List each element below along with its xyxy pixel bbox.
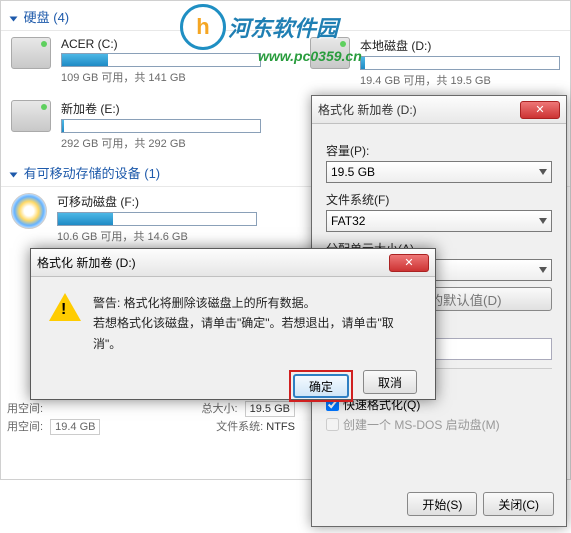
close-button[interactable]: 关闭(C) — [483, 492, 554, 516]
confirm-line2: 若想格式化该磁盘，请单击"确定"。若想退出，请单击"取消"。 — [93, 313, 417, 354]
cancel-button[interactable]: 取消 — [363, 370, 417, 394]
warning-icon — [49, 293, 81, 321]
confirm-title: 格式化 新加卷 (D:) — [37, 254, 136, 271]
filesystem-select[interactable]: FAT32 — [326, 210, 552, 232]
drive-d-name: 本地磁盘 (D:) — [360, 37, 560, 54]
drive-e-bar — [61, 119, 261, 133]
chevron-down-icon — [539, 169, 547, 175]
msdos-check[interactable]: 创建一个 MS-DOS 启动盘(M) — [326, 416, 552, 433]
format-title: 格式化 新加卷 (D:) — [318, 101, 417, 118]
drive-f-bar — [57, 212, 257, 226]
watermark-url: www.pc0359.cn — [258, 48, 362, 64]
removable-header-text: 有可移动存储的设备 (1) — [24, 166, 161, 181]
removable-icon — [11, 193, 47, 229]
free-label: 用空间: — [7, 421, 43, 433]
drive-c-bar — [61, 53, 261, 67]
capacity-value: 19.5 GB — [331, 165, 375, 179]
filesystem-value: FAT32 — [331, 214, 365, 228]
close-icon[interactable]: ✕ — [520, 101, 560, 119]
capacity-select[interactable]: 19.5 GB — [326, 161, 552, 183]
ok-highlight-box: 确定 — [289, 370, 353, 402]
fs-value: NTFS — [266, 421, 295, 433]
capacity-label: 容量(P): — [326, 142, 552, 159]
format-titlebar[interactable]: 格式化 新加卷 (D:) ✕ — [312, 96, 566, 124]
hdd-header-text: 硬盘 (4) — [24, 10, 70, 25]
confirm-line1: 警告: 格式化将删除该磁盘上的所有数据。 — [93, 293, 417, 313]
msdos-label: 创建一个 MS-DOS 启动盘(M) — [343, 416, 500, 433]
confirm-dialog: 格式化 新加卷 (D:) ✕ 警告: 格式化将删除该磁盘上的所有数据。 若想格式… — [30, 248, 436, 400]
close-icon[interactable]: ✕ — [389, 254, 429, 272]
drive-c-name: ACER (C:) — [61, 37, 261, 51]
hdd-section-header[interactable]: 硬盘 (4) — [1, 1, 570, 31]
caret-icon — [10, 172, 18, 177]
free-value: 19.4 GB — [50, 419, 100, 435]
drive-d-size: 19.4 GB 可用，共 19.5 GB — [360, 72, 560, 88]
fs-label: 文件系统: — [216, 421, 263, 433]
chevron-down-icon — [539, 218, 547, 224]
msdos-checkbox — [326, 418, 339, 431]
chevron-down-icon — [539, 267, 547, 273]
filesystem-label: 文件系统(F) — [326, 191, 552, 208]
drive-d-bar — [360, 56, 560, 70]
caret-icon — [10, 16, 18, 21]
hdd-icon — [11, 100, 51, 132]
hdd-icon — [11, 37, 51, 69]
start-button[interactable]: 开始(S) — [407, 492, 477, 516]
confirm-titlebar[interactable]: 格式化 新加卷 (D:) ✕ — [31, 249, 435, 277]
drive-c-size: 109 GB 可用，共 141 GB — [61, 69, 261, 85]
ok-button[interactable]: 确定 — [293, 374, 349, 398]
